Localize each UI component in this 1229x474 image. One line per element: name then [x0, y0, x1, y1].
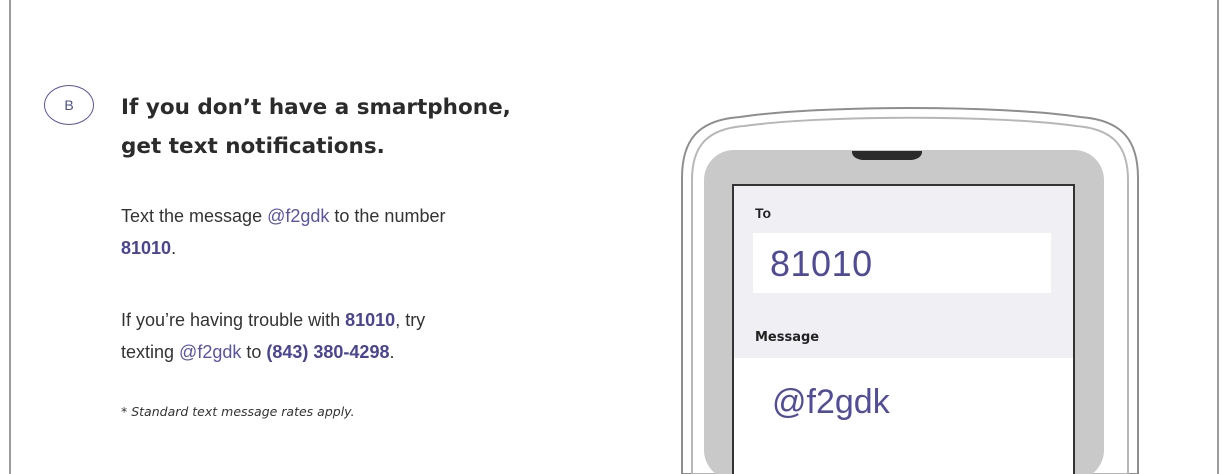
p2-text-a: If you’re having trouble with	[121, 310, 346, 330]
message-field-value: @f2gdk	[772, 383, 890, 421]
section-heading: If you don’t have a smartphone, get text…	[121, 88, 581, 166]
phone-illustration	[681, 107, 1139, 474]
message-field-label: Message	[755, 330, 820, 345]
heading-line-2: get text notifications.	[121, 134, 385, 159]
phone-speaker-notch	[852, 151, 922, 160]
p1-short-code: 81010	[121, 238, 172, 258]
p2-phone-number: (843) 380-4298	[266, 342, 390, 362]
p2-short-code: 81010	[345, 310, 396, 330]
to-field-label: To	[755, 205, 772, 221]
p1-text-a: Text the message	[121, 206, 268, 226]
right-border-rule	[1217, 0, 1219, 474]
heading-line-1: If you don’t have a smartphone,	[121, 95, 511, 120]
step-badge: B	[44, 85, 94, 125]
p2-period: .	[389, 342, 395, 362]
p1-period: .	[171, 238, 177, 258]
p2-text-b: , try	[395, 310, 426, 330]
p2-text-c: texting	[121, 342, 180, 362]
p2-text-d: to	[241, 342, 267, 362]
p1-text-b: to the number	[329, 206, 446, 226]
left-border-rule	[9, 0, 11, 474]
p1-keyword: @f2gdk	[267, 206, 330, 226]
step-badge-letter: B	[64, 97, 74, 113]
p2-keyword: @f2gdk	[179, 342, 242, 362]
to-field-value: 81010	[770, 243, 873, 284]
instruction-paragraph-2: If you’re having trouble with 81010, try…	[121, 304, 591, 368]
rates-footnote: * Standard text message rates apply.	[121, 404, 355, 419]
instruction-paragraph-1: Text the message @f2gdk to the number 81…	[121, 200, 591, 264]
